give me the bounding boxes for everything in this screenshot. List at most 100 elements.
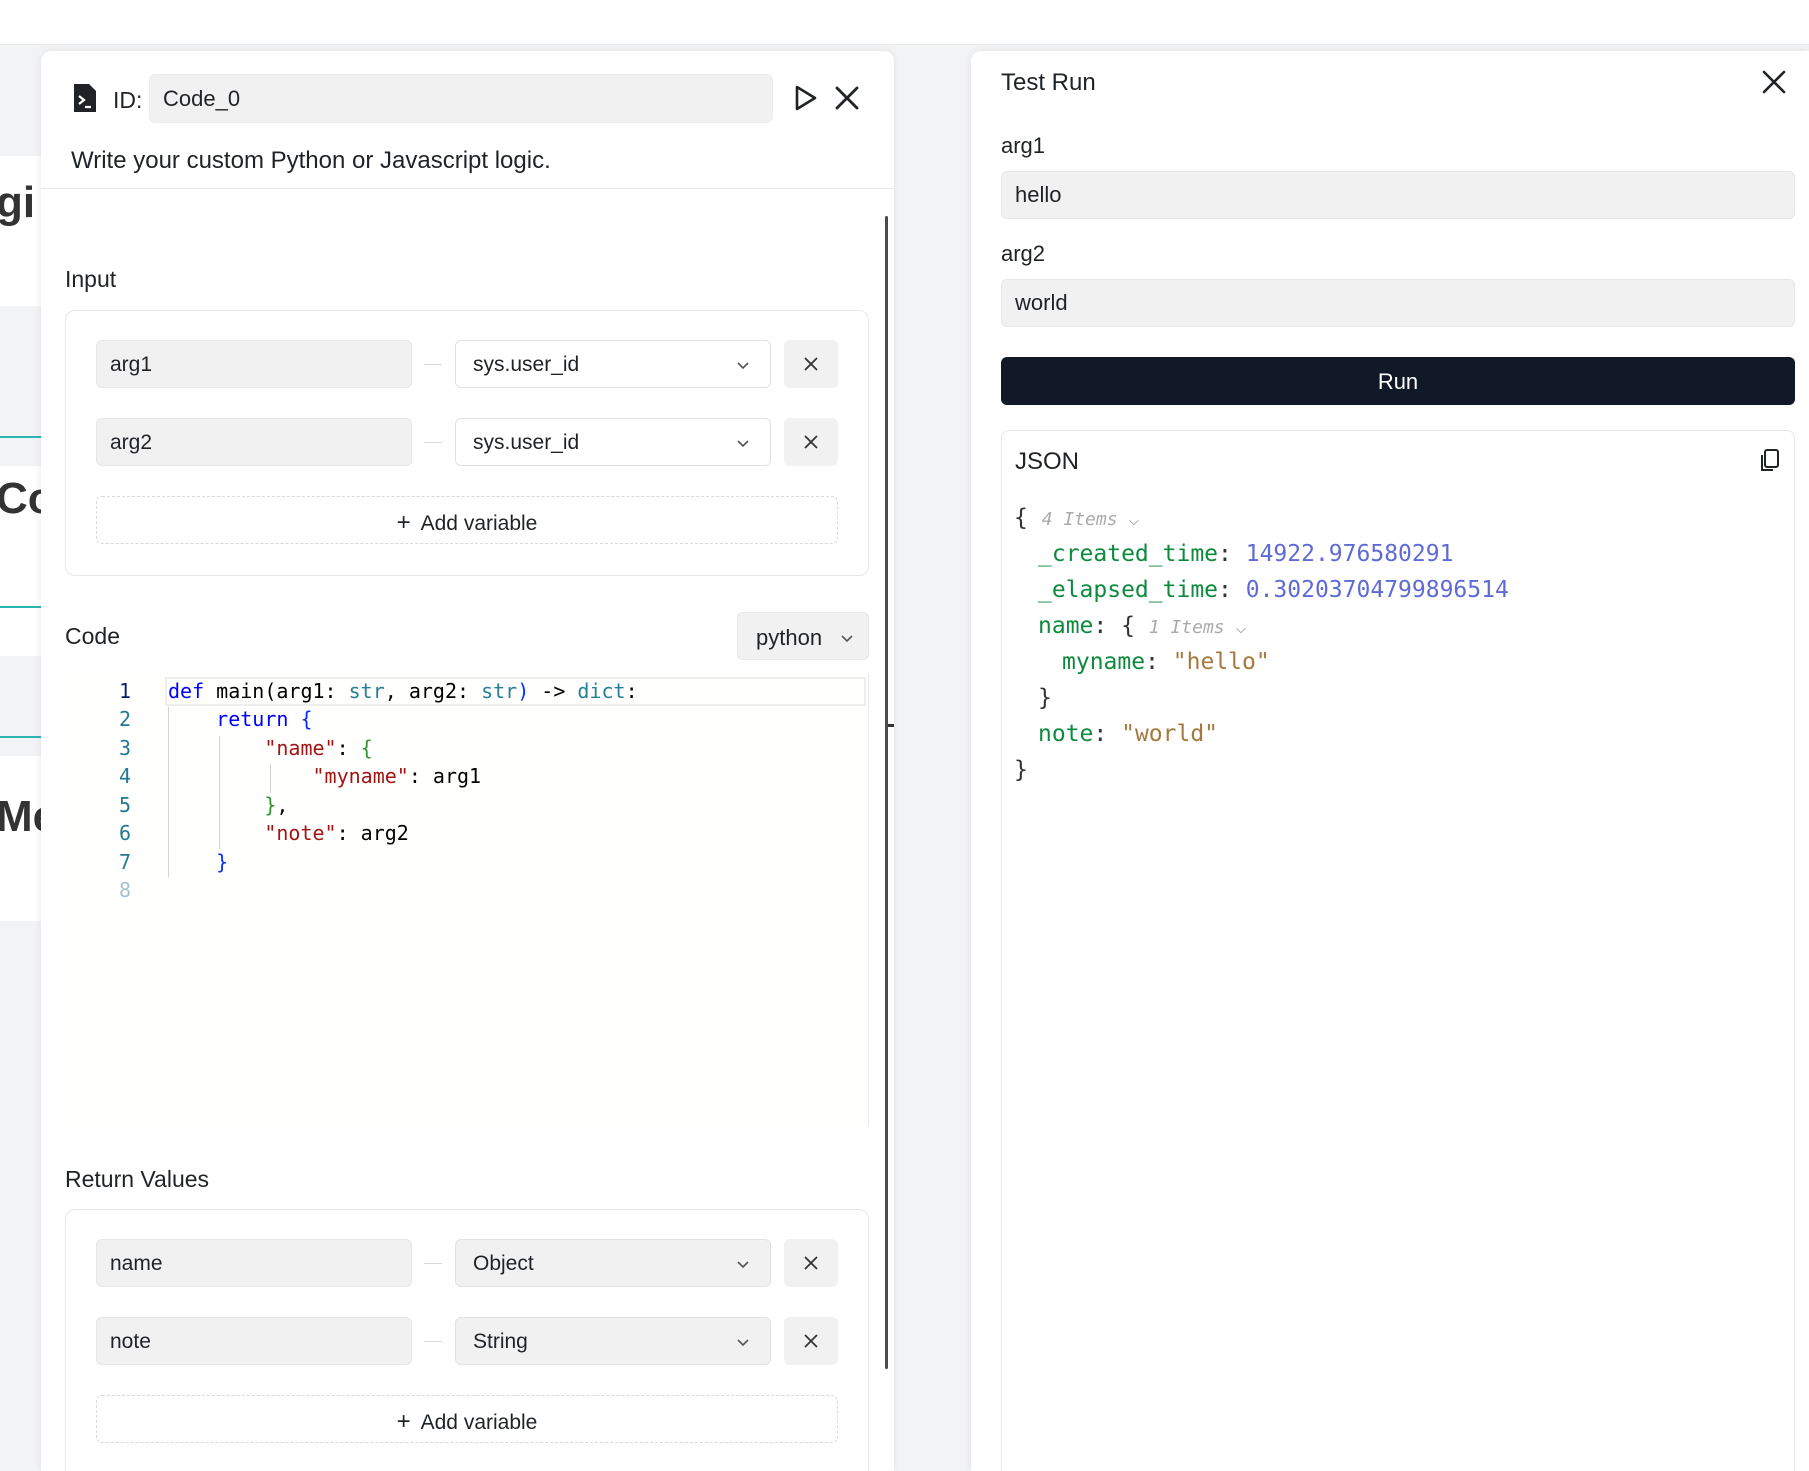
close-icon <box>804 357 818 371</box>
edge-line <box>0 736 41 738</box>
select-value: sys.user_id <box>473 353 580 376</box>
json-value: 0.30203704799896514 <box>1245 577 1509 603</box>
connector-dash <box>424 364 442 365</box>
node-description: Write your custom Python or Javascript l… <box>71 147 551 174</box>
add-variable-label: Add variable <box>420 1411 538 1434</box>
remove-variable-button[interactable] <box>784 340 838 388</box>
remove-variable-button[interactable] <box>784 1317 838 1365</box>
language-select[interactable]: python <box>737 612 869 660</box>
code-node-panel: ID: Write your custom Python or Javascri… <box>41 51 894 1471</box>
json-item-count[interactable]: 1 Items <box>1149 617 1225 638</box>
node-id-input[interactable] <box>149 74 773 123</box>
json-key: _created_time <box>1038 541 1219 567</box>
json-key: name <box>1038 613 1094 639</box>
json-key: note <box>1038 721 1094 747</box>
input-variable-name[interactable]: arg1 <box>96 340 412 388</box>
minimap-marker <box>887 724 894 727</box>
line-number: 3 <box>118 736 131 760</box>
select-value: Object <box>473 1252 534 1275</box>
line-number: 2 <box>118 707 131 731</box>
return-variables-box: name Object note String + Add variable <box>65 1209 869 1471</box>
background-node[interactable]: Co <box>0 466 41 656</box>
json-row: name: { 1 Items ⌵ <box>1038 613 1247 639</box>
input-variable-name[interactable]: arg2 <box>96 418 412 466</box>
connector-dash <box>424 1341 442 1342</box>
top-bar <box>0 0 1809 45</box>
add-return-variable-button[interactable]: + Add variable <box>96 1395 838 1443</box>
play-icon[interactable] <box>787 80 823 116</box>
close-icon <box>804 435 818 449</box>
return-variable-name[interactable]: name <box>96 1239 412 1287</box>
json-row: _created_time: 14922.976580291 <box>1038 541 1454 567</box>
code-line: "note": arg2 <box>264 821 409 845</box>
line-number: 7 <box>118 850 131 874</box>
copy-icon[interactable] <box>1759 448 1781 474</box>
remove-variable-button[interactable] <box>784 418 838 466</box>
json-row: note: "world" <box>1038 721 1219 747</box>
input-variables-box: arg1 sys.user_id arg2 sys.user_id + Add v… <box>65 310 869 576</box>
edge-line <box>0 606 41 608</box>
background-node-label: gi <box>0 178 36 227</box>
run-button[interactable]: Run <box>1001 357 1795 405</box>
return-values-title: Return Values <box>65 1166 210 1192</box>
json-value: 14922.976580291 <box>1245 541 1454 567</box>
json-key: _elapsed_time <box>1038 577 1219 603</box>
arg2-input[interactable] <box>1001 279 1795 327</box>
close-icon[interactable] <box>829 80 865 116</box>
language-value: python <box>756 625 823 650</box>
chevron-down-icon <box>737 362 749 370</box>
chevron-down-icon <box>737 1339 749 1347</box>
line-number: 5 <box>118 793 131 817</box>
json-key: myname <box>1062 649 1146 675</box>
json-title: JSON <box>1015 448 1080 475</box>
panel-scrollbar[interactable] <box>885 216 888 1369</box>
background-node-label: Me <box>0 792 41 841</box>
line-number: 1 <box>118 679 131 703</box>
json-value: "hello" <box>1172 649 1270 675</box>
close-icon <box>804 1334 818 1348</box>
arg2-label: arg2 <box>1001 241 1046 266</box>
code-line: "myname": arg1 <box>312 764 482 788</box>
close-icon <box>804 1256 818 1270</box>
json-row: myname: "hello" <box>1062 649 1270 675</box>
chevron-down-icon <box>737 1261 749 1269</box>
code-line: }, <box>264 793 289 817</box>
code-line: } <box>216 850 229 874</box>
remove-variable-button[interactable] <box>784 1239 838 1287</box>
background-node-label: Co <box>0 474 41 523</box>
close-icon[interactable] <box>1759 67 1789 97</box>
background-node[interactable]: gi <box>0 156 41 306</box>
add-input-variable-button[interactable]: + Add variable <box>96 496 838 544</box>
select-value: String <box>473 1330 528 1353</box>
background-node[interactable]: Me <box>0 756 41 921</box>
code-file-icon <box>74 84 96 112</box>
arg1-input[interactable] <box>1001 171 1795 219</box>
json-item-count[interactable]: 4 Items <box>1042 509 1118 530</box>
input-variable-source-select[interactable]: sys.user_id <box>455 418 771 466</box>
json-row: _elapsed_time: 0.30203704799896514 <box>1038 577 1509 603</box>
code-editor[interactable]: 1 2 3 4 5 6 7 8 def main(arg1: str, arg2… <box>65 674 869 1126</box>
code-line: def main(arg1: str, arg2: str) -> dict: <box>168 679 638 703</box>
plus-icon: + <box>396 509 411 536</box>
return-type-select[interactable]: String <box>455 1317 771 1365</box>
code-section-title: Code <box>65 623 120 649</box>
line-number: 4 <box>118 764 131 788</box>
select-value: sys.user_id <box>473 431 580 454</box>
json-root-close: } <box>1014 757 1028 783</box>
chevron-down-icon <box>841 635 853 643</box>
input-variable-source-select[interactable]: sys.user_id <box>455 340 771 388</box>
chevron-down-icon <box>737 440 749 448</box>
add-variable-label: Add variable <box>420 512 538 535</box>
input-section-title: Input <box>65 266 117 292</box>
return-variable-name[interactable]: note <box>96 1317 412 1365</box>
test-run-panel: Test Run arg1 arg2 Run JSON { 4 Items ⌵ … <box>971 51 1809 1471</box>
line-number: 8 <box>118 878 131 902</box>
json-output-box: JSON { 4 Items ⌵ _created_time: 14922.97… <box>1001 430 1795 1471</box>
return-type-select[interactable]: Object <box>455 1239 771 1287</box>
arg1-label: arg1 <box>1001 133 1046 158</box>
code-line: "name": { <box>264 736 373 760</box>
line-number: 6 <box>118 821 131 845</box>
panel-header: ID: Write your custom Python or Javascri… <box>41 51 894 189</box>
code-line: return { <box>216 707 313 731</box>
test-run-title: Test Run <box>1001 69 1096 96</box>
